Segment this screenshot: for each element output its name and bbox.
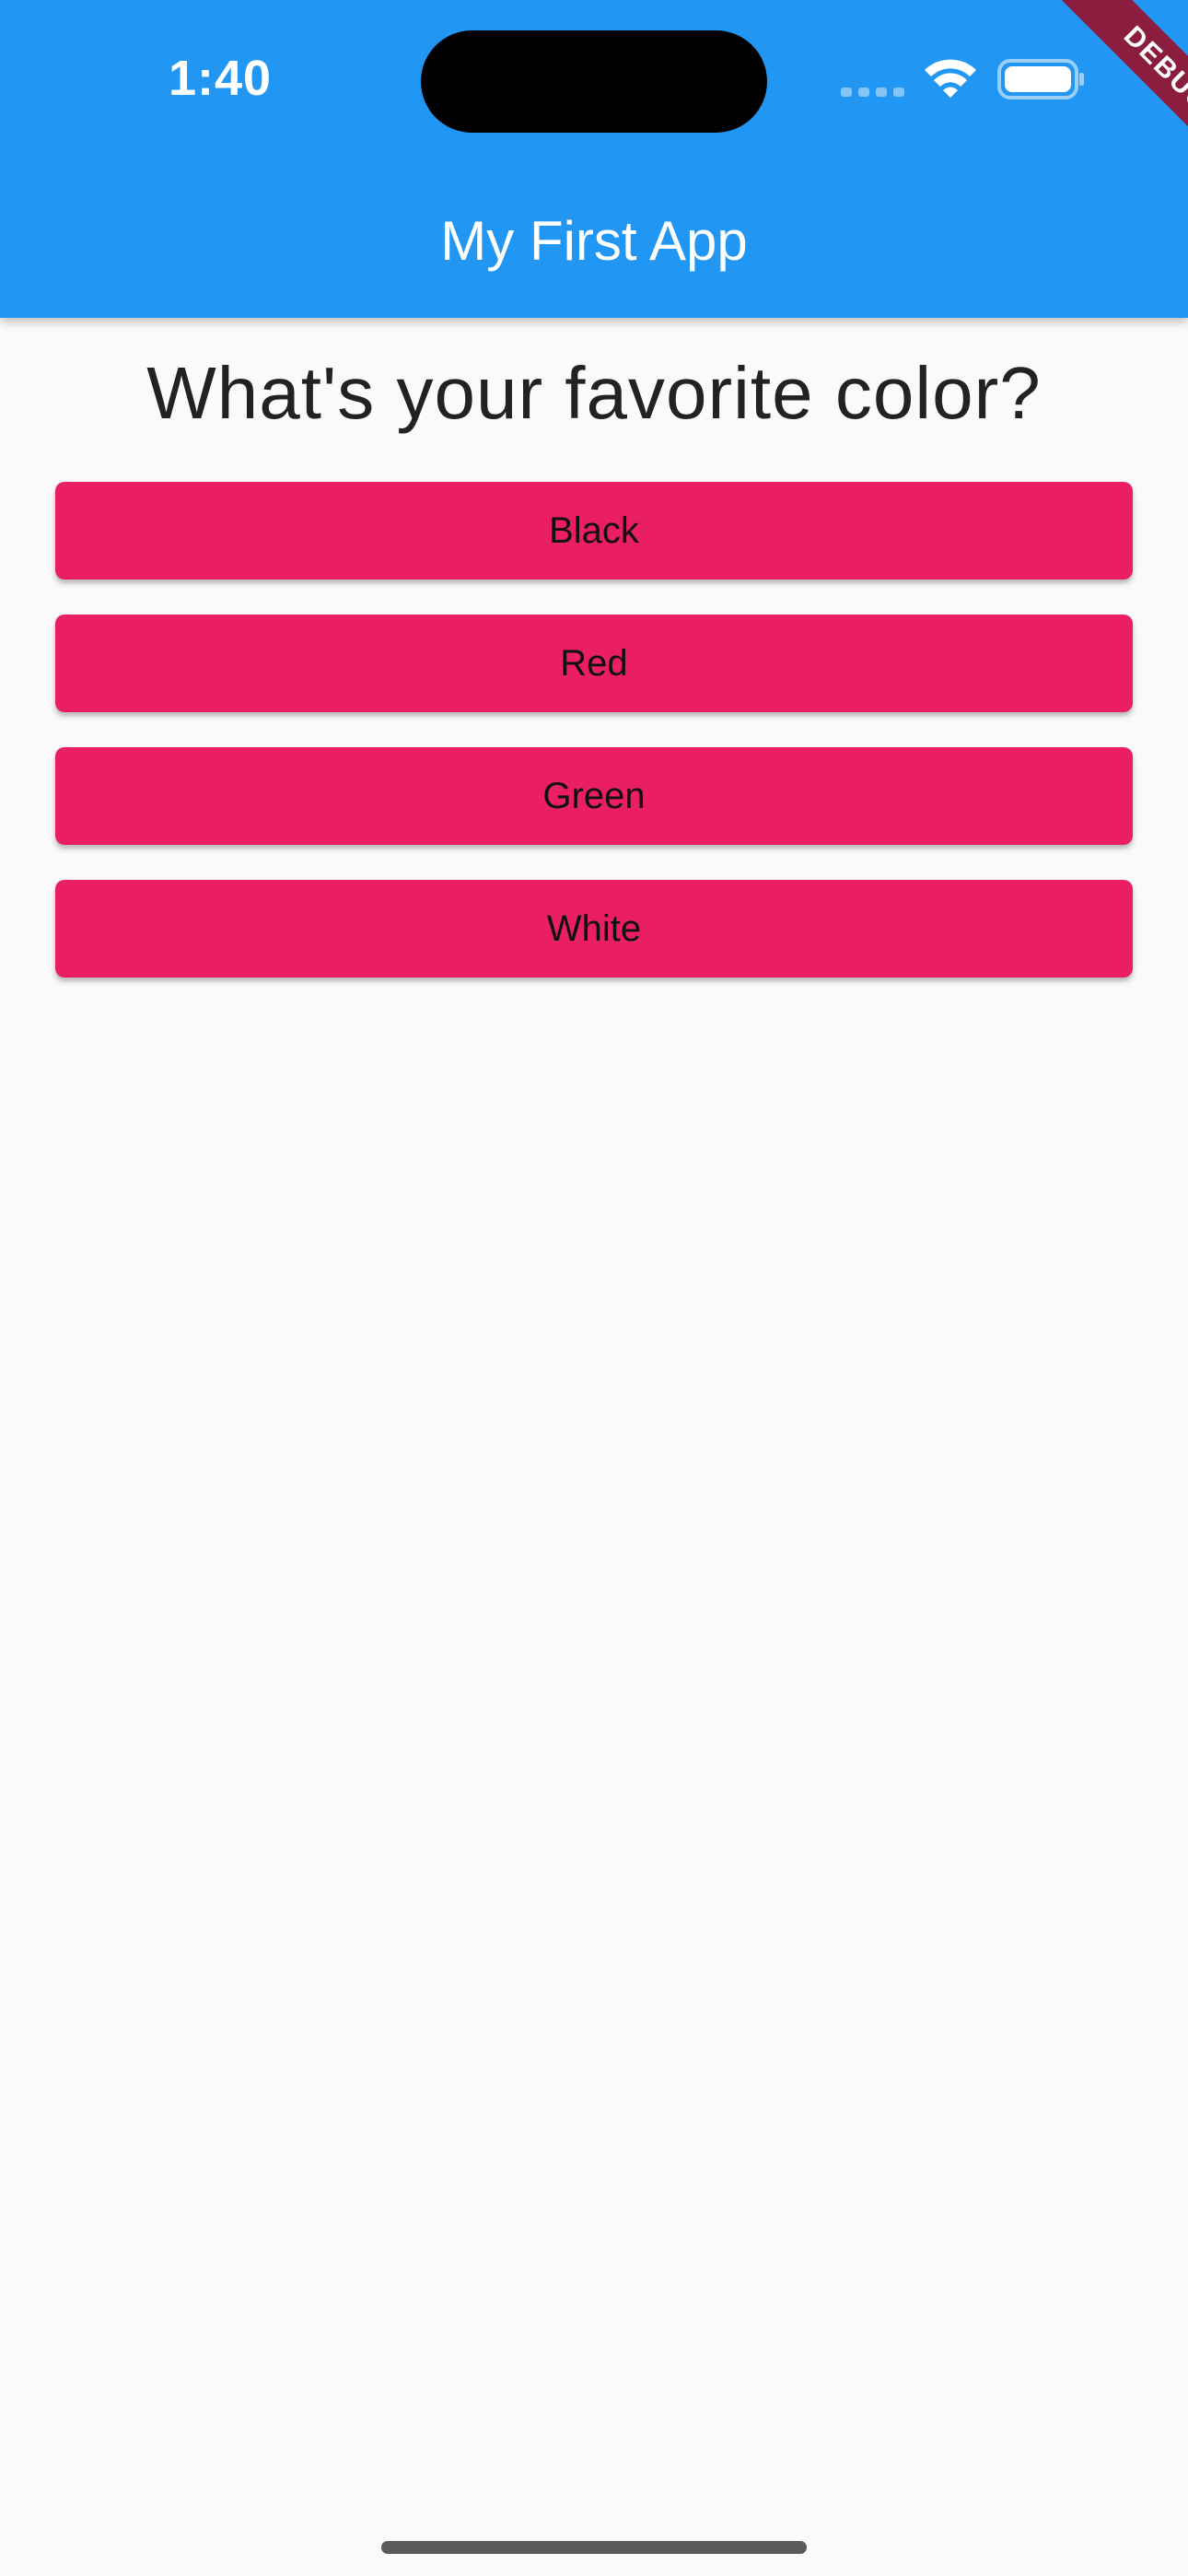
wifi-icon — [925, 59, 976, 98]
app-bar: 1:40 My First App — [0, 0, 1188, 318]
answer-list: Black Red Green White — [55, 482, 1133, 1013]
battery-icon — [997, 59, 1084, 100]
dynamic-island — [421, 30, 767, 133]
status-bar-time: 1:40 — [169, 51, 273, 106]
answer-button-white[interactable]: White — [55, 880, 1133, 978]
answer-button-black[interactable]: Black — [55, 482, 1133, 580]
cellular-signal-icon — [841, 88, 904, 97]
answer-button-red[interactable]: Red — [55, 615, 1133, 712]
answer-button-green[interactable]: Green — [55, 747, 1133, 845]
app-bar-title: My First App — [440, 210, 748, 272]
question-text: What's your favorite color? — [146, 352, 1042, 434]
home-indicator[interactable] — [381, 2541, 807, 2554]
